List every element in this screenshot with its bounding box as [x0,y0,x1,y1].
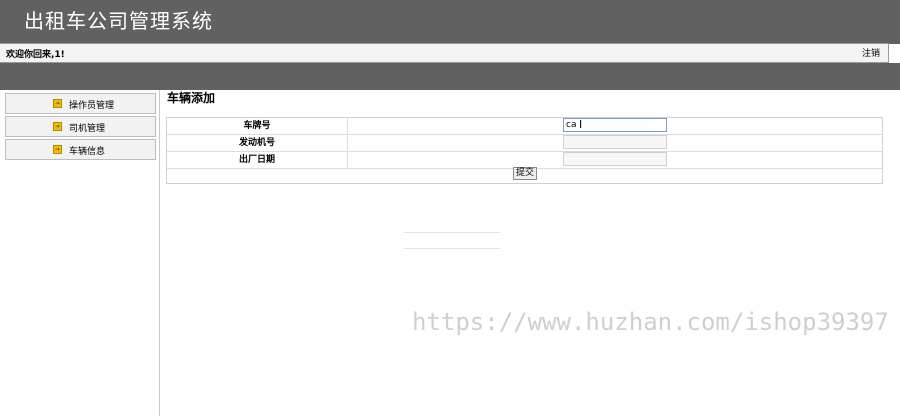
divider [404,248,500,249]
submit-button[interactable]: 提交 [513,167,537,180]
sidebar-item-label: 司机管理 [69,124,106,134]
arrow-right-icon: ➜ [53,99,62,108]
header-bar: 出租车公司管理系统 [0,0,900,44]
text-cursor-icon: I [579,118,583,131]
form-row-engine: 发动机号 [167,135,882,152]
engine-number-label: 发动机号 [167,135,348,151]
watermark-text: https://www.huzhan.com/ishop39397 [412,308,889,336]
plate-number-label: 车牌号 [167,118,348,134]
header-band [0,63,900,90]
manufacture-date-input[interactable] [563,152,667,166]
sidebar-item-driver-management[interactable]: ➜ 司机管理 [5,116,156,137]
welcome-text: 欢迎你回来,1! [6,50,65,60]
app-title: 出租车公司管理系统 [24,9,213,33]
form-row-plate: 车牌号 [167,118,882,135]
engine-number-input[interactable] [563,135,667,149]
sidebar-item-label: 操作员管理 [69,101,115,111]
sidebar-item-operator-management[interactable]: ➜ 操作员管理 [5,93,156,114]
logout-link[interactable]: 注销 [862,46,880,59]
sidebar: ➜ 操作员管理 ➜ 司机管理 ➜ 车辆信息 [0,90,160,416]
welcome-bar: 欢迎你回来,1! 注销 [0,43,889,63]
manufacture-date-label: 出厂日期 [167,152,348,168]
arrow-right-icon: ➜ [53,122,62,131]
sidebar-item-label: 车辆信息 [69,147,106,157]
vehicle-add-form: 车牌号 发动机号 出厂日期 提交 [166,117,883,184]
divider [404,232,500,233]
page-title: 车辆添加 [167,91,216,105]
arrow-right-icon: ➜ [53,145,62,154]
sidebar-item-vehicle-info[interactable]: ➜ 车辆信息 [5,139,156,160]
